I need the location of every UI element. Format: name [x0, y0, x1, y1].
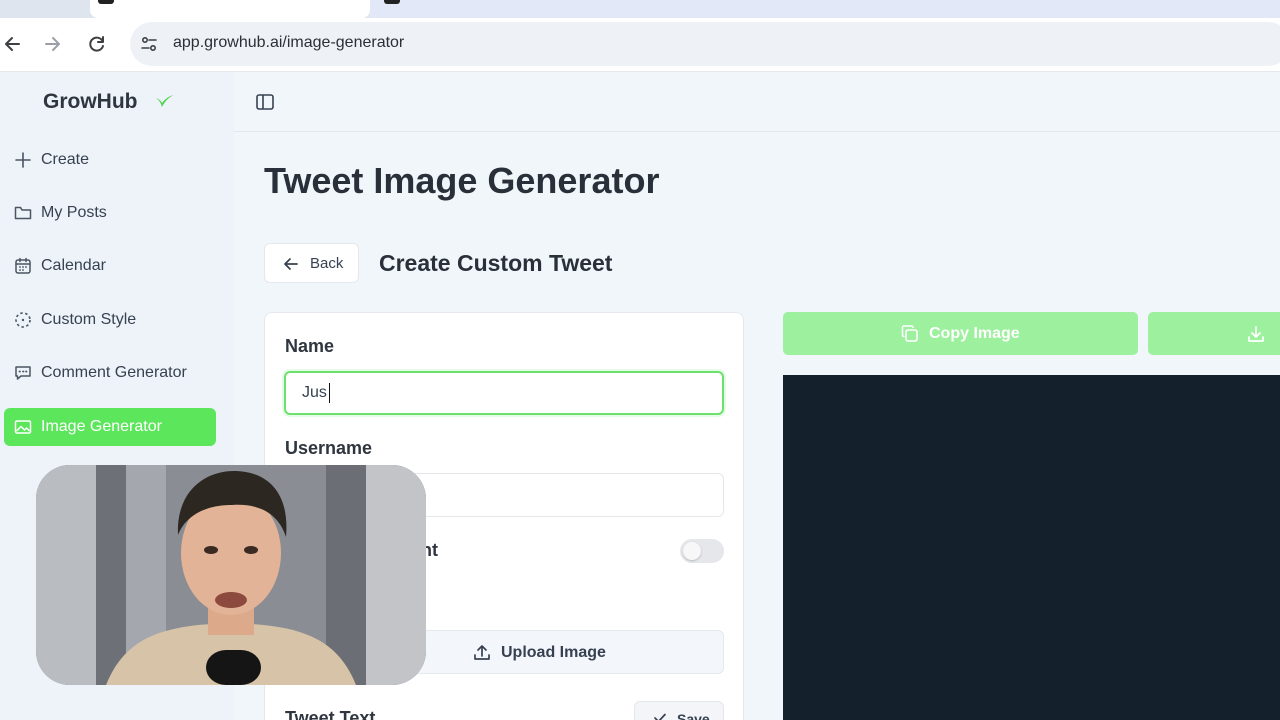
sidebar-item-label: My Posts — [41, 204, 107, 221]
dashed-circle-icon — [15, 312, 31, 328]
sidebar-item-create[interactable]: Create — [4, 141, 216, 179]
calendar-icon — [15, 257, 31, 274]
copy-image-label: Copy Image — [929, 325, 1020, 342]
reload-icon[interactable] — [85, 32, 109, 56]
name-input[interactable] — [284, 371, 724, 415]
sidebar-item-my-posts[interactable]: My Posts — [4, 194, 216, 232]
sidebar-item-custom-style[interactable]: Custom Style — [4, 301, 216, 339]
sidebar-item-comment-generator[interactable]: Comment Generator — [4, 354, 216, 392]
copy-image-button[interactable]: Copy Image — [783, 312, 1138, 355]
browser-tab-inactive[interactable] — [370, 0, 1280, 18]
browser-tab-active[interactable] — [90, 0, 370, 18]
save-button[interactable]: Save — [634, 701, 724, 720]
sidebar-item-label: Calendar — [41, 257, 106, 274]
address-bar-url[interactable]: app.growhub.ai/image-generator — [173, 34, 404, 52]
tweet-text-label: Tweet Text — [285, 708, 376, 720]
name-label: Name — [285, 336, 335, 356]
back-button[interactable]: Back — [264, 243, 359, 283]
webcam-overlay — [36, 465, 426, 685]
section-title: Create Custom Tweet — [379, 250, 613, 276]
back-arrow-icon[interactable] — [0, 32, 24, 56]
folder-icon — [14, 206, 32, 220]
sidebar-item-label: Image Generator — [41, 418, 162, 435]
arrow-left-icon — [284, 258, 298, 270]
page-title: Tweet Image Generator — [264, 160, 660, 201]
username-label: Username — [285, 438, 373, 458]
sidebar-item-calendar[interactable]: Calendar — [4, 247, 216, 285]
browser-tab-strip — [0, 0, 1280, 18]
tab-favicon-icon — [384, 0, 400, 4]
download-icon — [1248, 326, 1264, 342]
leaf-logo-icon — [156, 95, 174, 107]
forward-arrow-icon[interactable] — [41, 32, 65, 56]
upload-icon — [474, 645, 490, 660]
check-icon — [654, 713, 666, 720]
text-caret — [329, 383, 330, 403]
save-button-label: Save — [677, 711, 710, 720]
sidebar-item-label: Comment Generator — [41, 364, 187, 381]
tweet-image-preview — [783, 375, 1280, 720]
copy-icon — [901, 325, 918, 342]
download-image-button[interactable] — [1148, 312, 1280, 355]
app-logo[interactable]: GrowHub — [43, 90, 138, 114]
sidebar-item-image-generator[interactable]: Image Generator — [4, 408, 216, 446]
panel-toggle-icon[interactable] — [255, 92, 275, 112]
presenter-video-image — [36, 465, 426, 685]
upload-image-label: Upload Image — [501, 644, 606, 661]
verified-toggle[interactable] — [680, 539, 724, 563]
tab-favicon-icon — [98, 0, 114, 4]
site-settings-icon[interactable] — [139, 34, 159, 54]
sidebar-item-label: Custom Style — [41, 311, 137, 328]
back-button-label: Back — [310, 255, 344, 272]
image-icon — [14, 420, 32, 434]
sidebar-item-label: Create — [41, 151, 90, 168]
main-topbar — [234, 72, 1280, 132]
plus-icon — [15, 152, 31, 168]
comment-icon — [15, 366, 31, 380]
toggle-knob — [683, 542, 701, 560]
